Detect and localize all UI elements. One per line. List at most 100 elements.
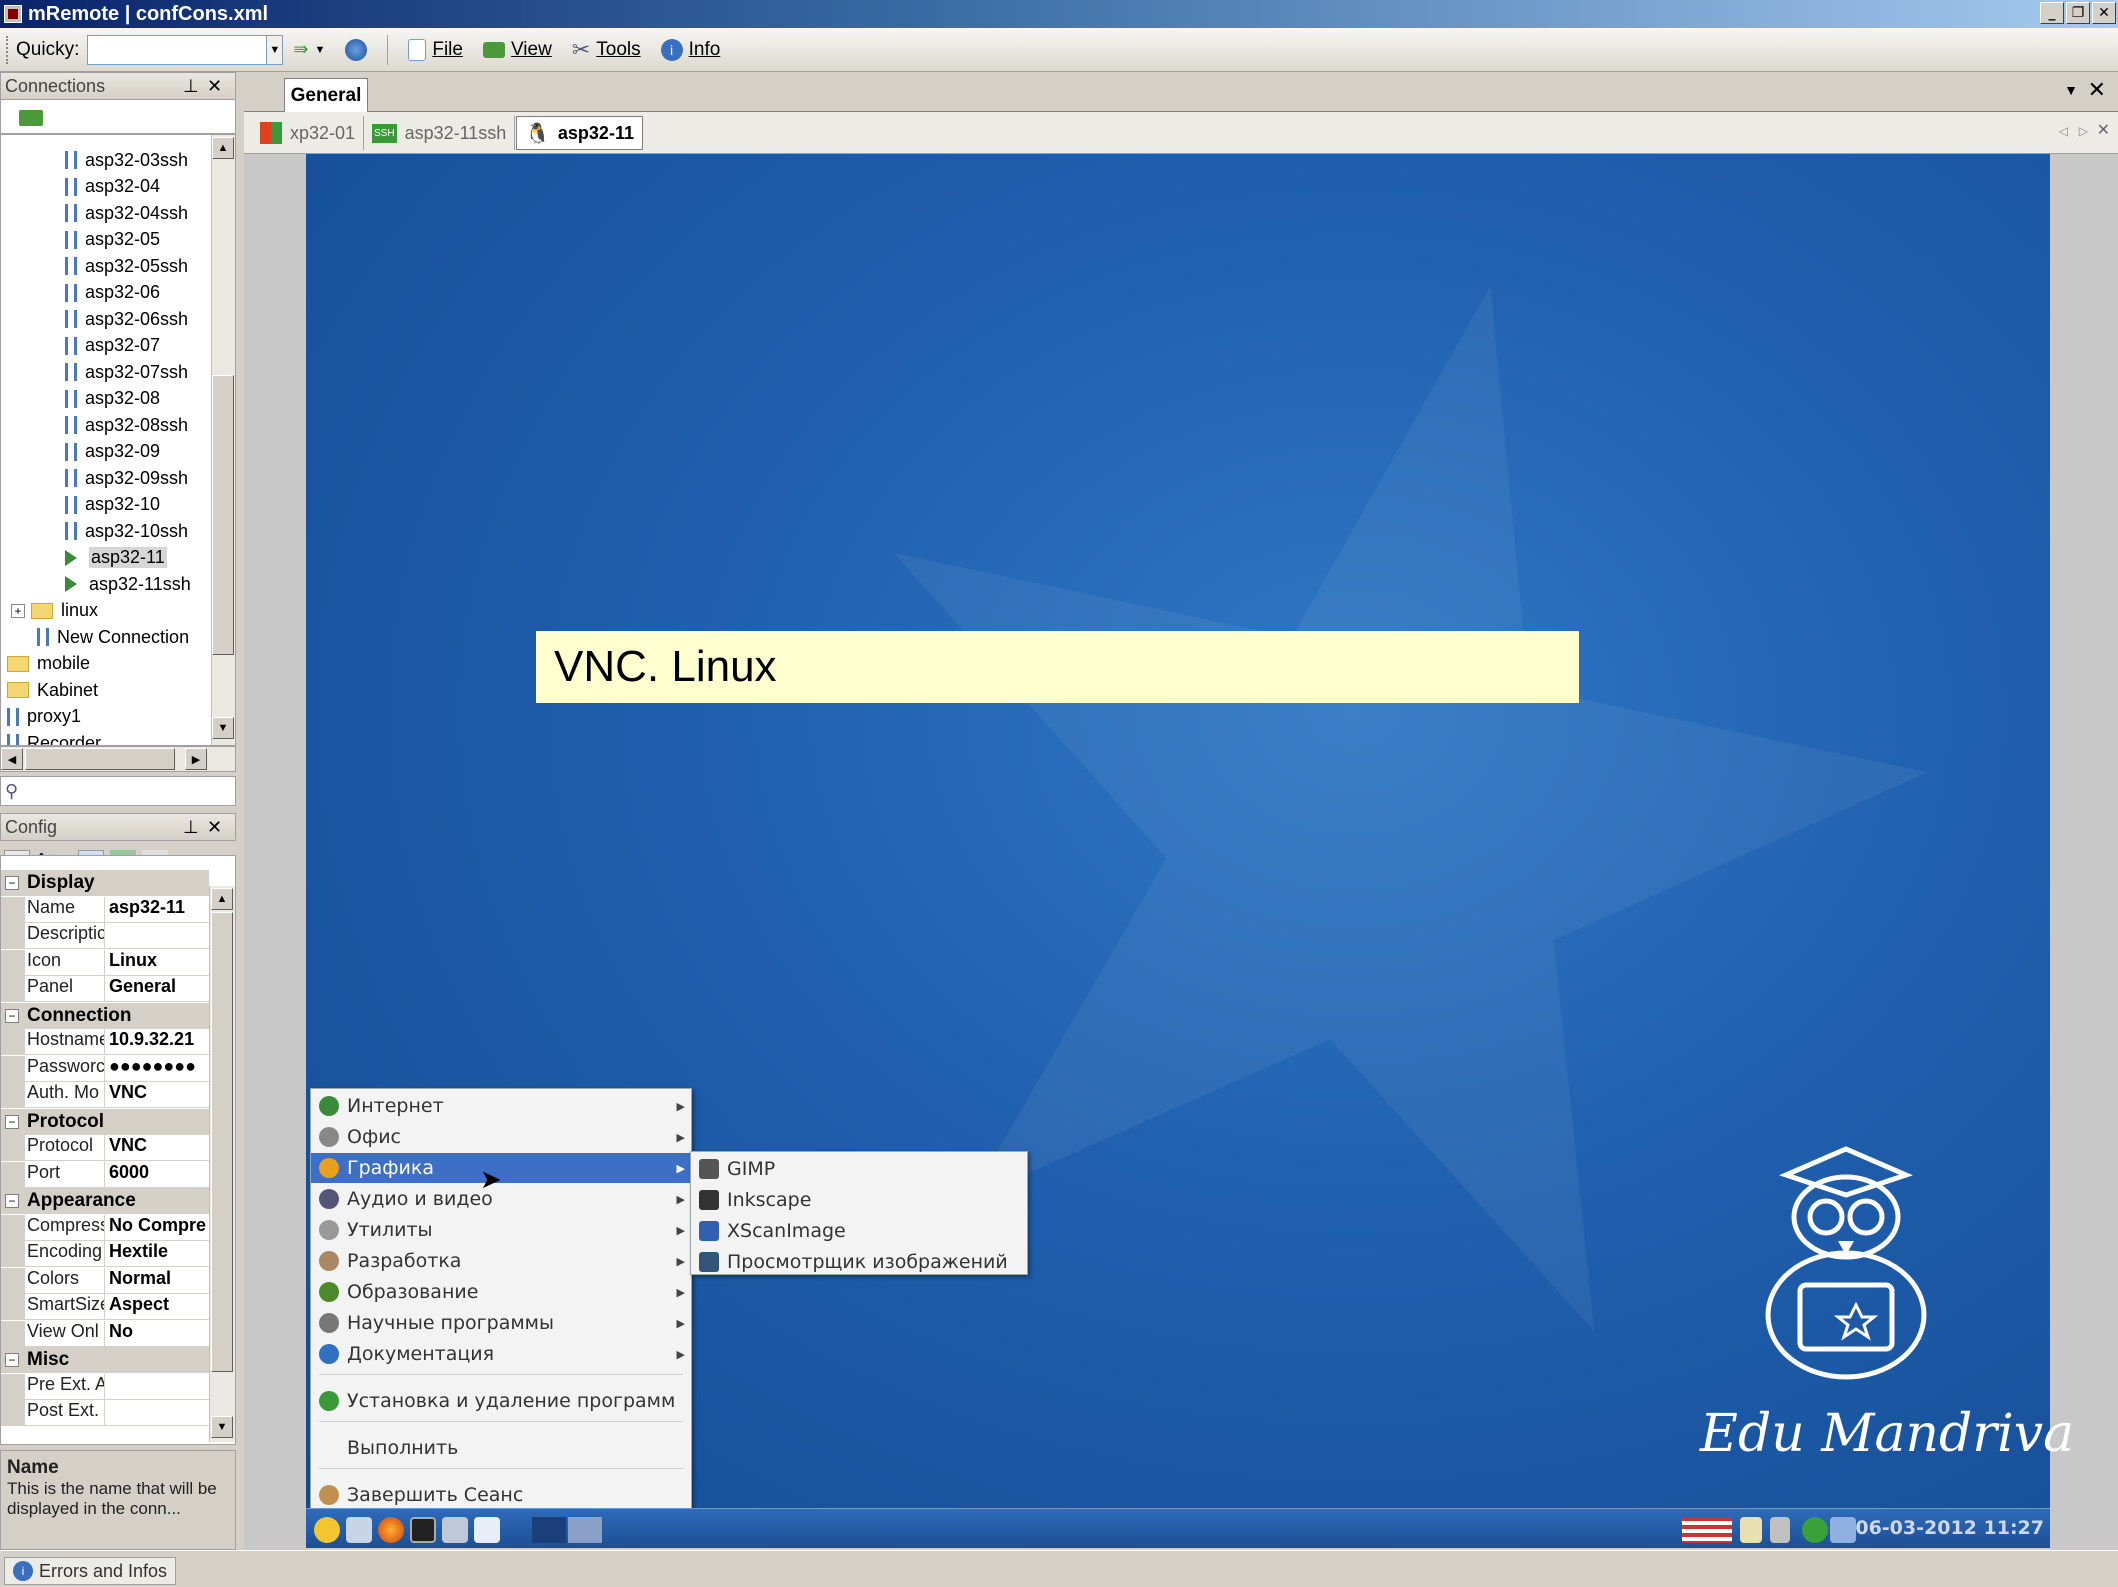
- pin-icon[interactable]: ⊥: [183, 76, 199, 97]
- collapse-icon[interactable]: −: [5, 1194, 19, 1208]
- grid-row[interactable]: Encoding Hextile: [1, 1241, 209, 1267]
- clipboard-icon[interactable]: [1740, 1517, 1762, 1543]
- network-icon[interactable]: [442, 1517, 468, 1543]
- quicky-dropdown-button[interactable]: ▼: [267, 34, 284, 65]
- grid-row[interactable]: Hostname 10.9.32.21: [1, 1029, 209, 1055]
- property-value[interactable]: [105, 1400, 209, 1426]
- collapse-icon[interactable]: −: [5, 1353, 19, 1367]
- tab-general[interactable]: General: [284, 78, 368, 112]
- errors-and-infos-tab[interactable]: i Errors and Infos: [4, 1557, 177, 1585]
- tree-search-input[interactable]: [24, 779, 221, 803]
- tree-item[interactable]: asp32-06: [65, 280, 160, 306]
- start-menu-item[interactable]: Научные программы ▶: [311, 1308, 691, 1338]
- tree-item[interactable]: asp32-11: [65, 545, 167, 571]
- collapse-icon[interactable]: −: [5, 1008, 19, 1023]
- property-value[interactable]: 6000: [105, 1162, 209, 1188]
- scroll-up-button[interactable]: ▲: [211, 888, 233, 910]
- grid-row[interactable]: Colors Normal: [1, 1267, 209, 1294]
- property-value[interactable]: General: [105, 976, 209, 1002]
- update-info-icon[interactable]: [1802, 1517, 1828, 1543]
- property-value[interactable]: ●●●●●●●●: [105, 1056, 209, 1082]
- windows-icon[interactable]: [474, 1517, 500, 1543]
- quick-connect-button[interactable]: ⇛ ▼: [283, 33, 335, 67]
- property-value[interactable]: [105, 1374, 209, 1400]
- tree-item[interactable]: asp32-06ssh: [65, 306, 188, 332]
- tab-asp32-11[interactable]: 🐧 asp32-11: [516, 116, 643, 150]
- add-connection-icon[interactable]: [19, 110, 43, 126]
- property-value[interactable]: VNC: [105, 1135, 209, 1161]
- start-menu-item[interactable]: Завершить Сеанс: [311, 1480, 691, 1510]
- grid-row[interactable]: Passworc ●●●●●●●●: [1, 1055, 209, 1082]
- us-flag-icon[interactable]: [1682, 1517, 1732, 1543]
- submenu-item[interactable]: Inkscape: [691, 1185, 1027, 1215]
- start-menu-item[interactable]: Утилиты ▶: [311, 1215, 691, 1245]
- tree-item[interactable]: Recorder: [7, 730, 101, 745]
- submenu-item[interactable]: GIMP: [691, 1154, 1027, 1184]
- tree-item[interactable]: mobile: [7, 651, 90, 677]
- scroll-tabs-left-icon[interactable]: ◁: [2059, 124, 2068, 138]
- tree-item[interactable]: asp32-04ssh: [65, 200, 188, 226]
- submenu-item[interactable]: XScanImage: [691, 1216, 1027, 1246]
- grid-row[interactable]: Protocol VNC: [1, 1135, 209, 1161]
- property-value[interactable]: asp32-11: [105, 897, 209, 923]
- tab-xp32-01[interactable]: xp32-01: [252, 116, 365, 150]
- tree-item[interactable]: asp32-09ssh: [65, 465, 188, 491]
- property-value[interactable]: VNC: [105, 1082, 209, 1108]
- horizontal-scroll-thumb[interactable]: [25, 748, 175, 770]
- property-value[interactable]: No Compre: [105, 1215, 209, 1241]
- panel-close-icon[interactable]: ✕: [207, 817, 222, 838]
- start-menu-item[interactable]: Образование ▶: [311, 1277, 691, 1307]
- quicky-input[interactable]: [87, 34, 268, 65]
- tree-item[interactable]: + linux: [11, 598, 98, 624]
- scroll-tabs-right-icon[interactable]: ▷: [2079, 124, 2088, 138]
- start-menu-item[interactable]: Выполнить: [311, 1433, 691, 1463]
- home-folder-icon[interactable]: [346, 1517, 372, 1543]
- grid-row[interactable]: Descriptic: [1, 923, 209, 949]
- file-menu[interactable]: File: [398, 33, 473, 67]
- tree-item[interactable]: asp32-10: [65, 492, 160, 518]
- grid-row[interactable]: Panel General: [1, 976, 209, 1002]
- firefox-icon[interactable]: [378, 1517, 404, 1543]
- terminal-icon[interactable]: [410, 1517, 436, 1543]
- property-value[interactable]: Linux: [105, 950, 209, 976]
- tree-item[interactable]: New Connection: [37, 624, 189, 650]
- collapse-icon[interactable]: −: [5, 876, 19, 890]
- tab-close-icon[interactable]: ✕: [2088, 78, 2106, 103]
- grid-category[interactable]: − Misc: [1, 1347, 209, 1373]
- tree-vertical-scrollbar[interactable]: ▲ ▼: [211, 135, 235, 745]
- tree-item[interactable]: asp32-04: [65, 174, 160, 200]
- volume-icon[interactable]: [1770, 1517, 1790, 1543]
- scroll-up-button[interactable]: ▲: [212, 137, 234, 159]
- network-status-icon[interactable]: [1830, 1517, 1856, 1543]
- maximize-button[interactable]: ❐: [2066, 2, 2090, 24]
- grid-row[interactable]: Icon Linux: [1, 949, 209, 976]
- tree-item[interactable]: asp32-05ssh: [65, 253, 188, 279]
- scroll-thumb[interactable]: [211, 912, 233, 1372]
- start-menu-item[interactable]: Офис ▶: [311, 1122, 691, 1152]
- globe-button[interactable]: [335, 33, 377, 67]
- tree-item[interactable]: Kabinet: [7, 677, 98, 703]
- workspace-2[interactable]: [568, 1517, 602, 1543]
- property-value[interactable]: Hextile: [105, 1241, 209, 1267]
- start-menu-item[interactable]: Документация ▶: [311, 1339, 691, 1369]
- expand-icon[interactable]: +: [11, 603, 25, 618]
- tab-list-icon[interactable]: ▼: [2064, 82, 2078, 98]
- start-menu-item[interactable]: Интернет ▶: [311, 1091, 691, 1121]
- grid-row[interactable]: Pre Ext. A: [1, 1373, 209, 1400]
- collapse-icon[interactable]: −: [5, 1114, 19, 1129]
- grid-vertical-scrollbar[interactable]: ▲ ▼: [209, 886, 235, 1442]
- close-connection-icon[interactable]: ✕: [2097, 120, 2110, 140]
- property-value[interactable]: [105, 923, 209, 949]
- grid-category[interactable]: − Protocol: [1, 1108, 209, 1135]
- scroll-right-button[interactable]: ▶: [185, 748, 207, 770]
- grid-row[interactable]: Auth. Mo VNC: [1, 1082, 209, 1108]
- grid-row[interactable]: SmartSize Aspect: [1, 1294, 209, 1320]
- grid-row[interactable]: Name asp32-11: [1, 896, 209, 923]
- grid-row[interactable]: Post Ext.: [1, 1400, 209, 1426]
- toolbar-grip[interactable]: [6, 35, 10, 64]
- info-menu[interactable]: i Info: [651, 33, 731, 67]
- start-menu-item[interactable]: Установка и удаление программ: [311, 1386, 691, 1416]
- tree-item[interactable]: asp32-11ssh: [65, 571, 191, 597]
- view-menu[interactable]: View: [473, 33, 562, 67]
- scroll-left-button[interactable]: ◀: [1, 748, 23, 770]
